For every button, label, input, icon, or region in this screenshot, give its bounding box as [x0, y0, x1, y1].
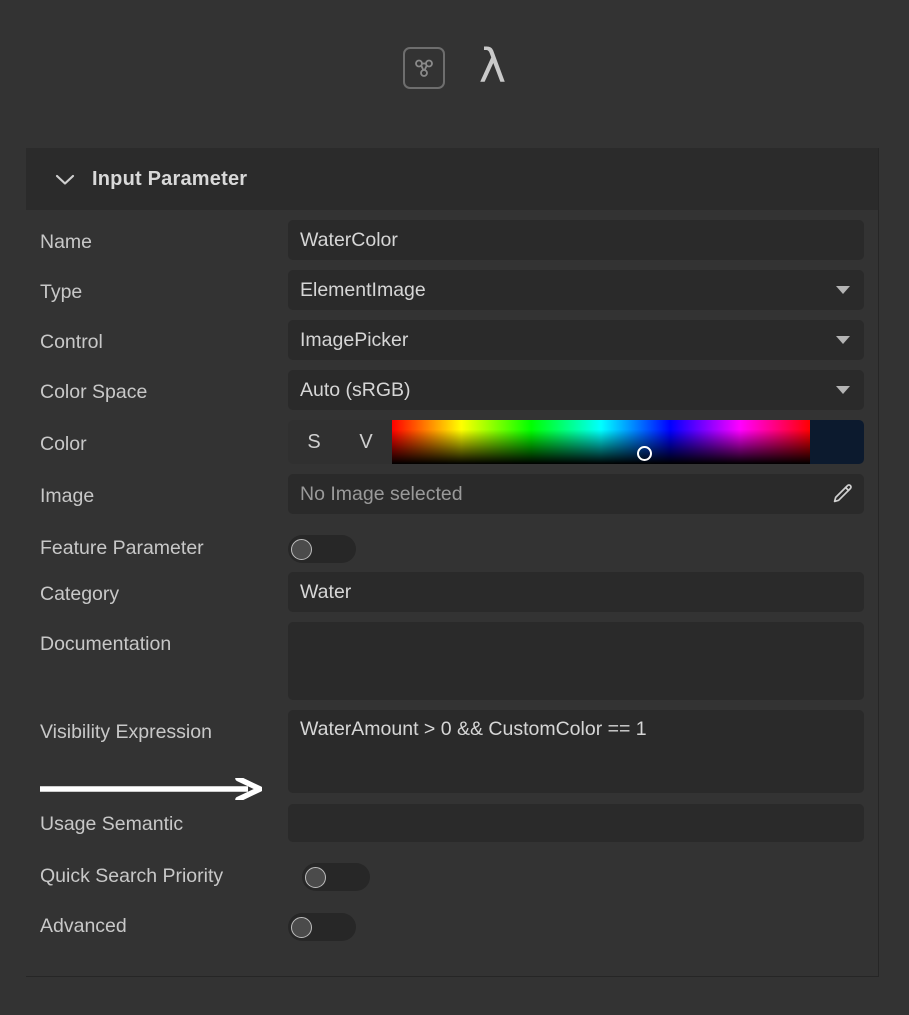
row-name: Name WaterColor	[26, 220, 878, 270]
type-dropdown[interactable]: ElementImage	[288, 270, 864, 310]
chevron-down-icon[interactable]	[836, 386, 850, 394]
value-label[interactable]: V	[359, 431, 372, 454]
visibility-expression-textarea[interactable]: WaterAmount > 0 && CustomColor == 1	[288, 710, 864, 793]
toggle-knob	[291, 916, 312, 938]
top-icon-bar: λ	[0, 0, 909, 136]
color-marker[interactable]	[637, 445, 653, 461]
row-visibility-expression: Visibility Expression WaterAmount > 0 &&…	[26, 710, 878, 804]
control-dropdown[interactable]: ImagePicker	[288, 320, 864, 360]
toggle-knob	[305, 866, 326, 888]
chevron-down-icon[interactable]	[836, 336, 850, 344]
node-graph-icon[interactable]	[402, 47, 445, 89]
image-picker-field[interactable]: No Image selected	[288, 474, 864, 514]
label-quick-search-priority: Quick Search Priority	[40, 865, 224, 888]
page-title: Input Parameter	[92, 167, 248, 190]
row-documentation: Documentation	[26, 622, 878, 710]
pencil-icon[interactable]	[830, 482, 854, 506]
color-space-dropdown-value: Auto (sRGB)	[300, 378, 411, 401]
row-feature-parameter: Feature Parameter	[26, 526, 878, 572]
chevron-down-icon[interactable]	[52, 166, 78, 192]
advanced-toggle[interactable]	[288, 913, 356, 941]
label-advanced: Advanced	[40, 915, 127, 938]
row-advanced: Advanced	[26, 902, 878, 952]
saturation-label[interactable]: S	[307, 431, 320, 454]
label-feature-parameter: Feature Parameter	[40, 537, 204, 560]
label-image: Image	[40, 485, 95, 507]
name-input[interactable]: WaterColor	[288, 220, 864, 260]
color-swatch[interactable]	[810, 420, 864, 464]
panel-header[interactable]: Input Parameter	[26, 148, 878, 210]
label-control: Control	[40, 331, 103, 353]
label-category: Category	[40, 583, 120, 605]
feature-parameter-toggle[interactable]	[288, 535, 356, 563]
documentation-textarea[interactable]	[288, 622, 864, 700]
hue-gradient-picker[interactable]	[392, 420, 810, 464]
row-category: Category Water	[26, 572, 878, 622]
row-quick-search-priority: Quick Search Priority	[26, 852, 878, 902]
toggle-knob	[291, 538, 312, 560]
lambda-icon[interactable]: λ	[479, 43, 506, 89]
color-control[interactable]: S V	[288, 420, 864, 464]
label-color-space: Color Space	[40, 381, 148, 403]
quick-search-priority-toggle[interactable]	[302, 863, 370, 891]
type-dropdown-value: ElementImage	[300, 278, 426, 301]
control-dropdown-value: ImagePicker	[300, 328, 409, 351]
label-name: Name	[40, 231, 93, 253]
input-parameter-panel: Input Parameter Name WaterColor Type Ele…	[26, 148, 879, 977]
row-control: Control ImagePicker	[26, 320, 878, 370]
color-space-dropdown[interactable]: Auto (sRGB)	[288, 370, 864, 410]
row-color: Color S V	[26, 420, 878, 474]
image-picker-placeholder: No Image selected	[300, 482, 463, 505]
row-type: Type ElementImage	[26, 270, 878, 320]
sv-toggle-group[interactable]: S V	[288, 420, 392, 464]
label-color: Color	[40, 433, 87, 455]
label-documentation: Documentation	[40, 633, 172, 655]
category-input[interactable]: Water	[288, 572, 864, 612]
row-image: Image No Image selected	[26, 474, 878, 526]
label-usage-semantic: Usage Semantic	[40, 813, 184, 835]
chevron-down-icon[interactable]	[836, 286, 850, 294]
usage-semantic-input[interactable]	[288, 804, 864, 842]
panel-body: Name WaterColor Type ElementImage Contro…	[26, 210, 878, 976]
label-visibility-expression: Visibility Expression	[40, 721, 212, 743]
row-usage-semantic: Usage Semantic	[26, 804, 878, 852]
row-color-space: Color Space Auto (sRGB)	[26, 370, 878, 420]
label-type: Type	[40, 281, 83, 303]
